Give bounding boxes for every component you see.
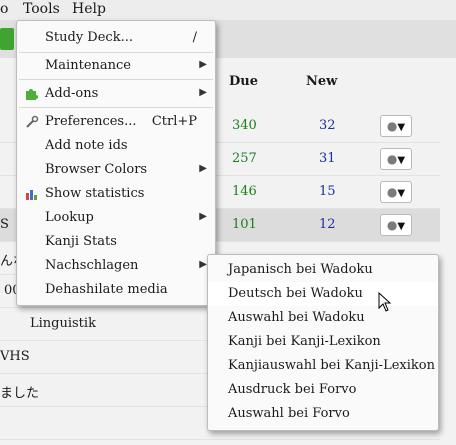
menu-item-label: Lookup [45,210,94,225]
deck-name: VHS [0,349,30,364]
menu-partial[interactable]: o [0,1,8,17]
menu-separator [19,107,213,108]
menu-bar: o Tools Help [0,0,456,20]
submenu-item-kanji-lexikon[interactable]: Kanji bei Kanji-Lexikon [208,330,438,354]
menu-item-label: Kanji Stats [45,234,117,249]
menu-item-label: Ausdruck bei Forvo [228,382,357,397]
menu-separator [19,52,213,53]
menu-separator [19,79,213,80]
tools-menu: Study Deck... / Maintenance ▶ Add-ons ▶ … [16,20,216,306]
chevron-right-icon: ▶ [199,163,207,174]
due-count: 340 [232,118,257,133]
menu-item-show-statistics[interactable]: Show statistics [17,182,215,206]
wrench-icon [25,115,39,129]
deck-name: S [0,217,9,232]
deck-options-button[interactable]: ●▼ [380,214,412,236]
due-count: 257 [232,151,257,166]
new-count: 12 [319,217,336,232]
menu-item-label: Add note ids [45,138,128,153]
deck-options-button[interactable]: ●▼ [380,181,412,203]
submenu-item-kanjiauswahl-lexikon[interactable]: Kanjiauswahl bei Kanji-Lexikon [208,354,438,378]
menu-item-label: Auswahl bei Wadoku [228,310,365,325]
due-count: 146 [232,184,257,199]
deck-options-button[interactable]: ●▼ [380,148,412,170]
menu-item-shortcut: Ctrl+P [151,114,197,129]
menu-item-nachschlagen[interactable]: Nachschlagen ▶ [17,254,215,278]
menu-item-kanji-stats[interactable]: Kanji Stats [17,230,215,254]
menu-item-preferences[interactable]: Preferences... Ctrl+P [17,110,215,134]
deck-options-button[interactable]: ●▼ [380,115,412,137]
menu-item-label: Maintenance [45,58,131,73]
submenu-item-auswahl-forvo[interactable]: Auswahl bei Forvo [208,402,438,426]
menu-item-label: Preferences... [45,114,137,129]
menu-item-label: Browser Colors [45,162,148,177]
new-count: 15 [319,184,336,199]
due-count: 101 [232,217,257,232]
chevron-right-icon: ▶ [199,259,207,270]
new-count: 31 [319,151,336,166]
submenu-item-ausdruck-forvo[interactable]: Ausdruck bei Forvo [208,378,438,402]
menu-item-label: Study Deck... [45,30,133,45]
submenu-item-auswahl-wadoku[interactable]: Auswahl bei Wadoku [208,306,438,330]
menu-item-shortcut: / [192,30,197,45]
menu-item-maintenance[interactable]: Maintenance ▶ [17,54,215,78]
menu-item-label: Japanisch bei Wadoku [228,262,373,277]
menu-item-study-deck[interactable]: Study Deck... / [17,26,215,50]
puzzle-icon [25,87,39,101]
menu-item-label: Deutsch bei Wadoku [228,286,363,301]
menu-item-label: Auswahl bei Forvo [228,406,350,421]
col-head-due: Due [229,74,258,89]
menu-item-dehashilate-media[interactable]: Dehashilate media [17,278,215,302]
menu-help[interactable]: Help [72,1,106,17]
submenu-item-japanisch-wadoku[interactable]: Japanisch bei Wadoku [208,258,438,282]
menu-item-add-ons[interactable]: Add-ons ▶ [17,82,215,106]
mouse-cursor-icon [378,291,392,312]
chevron-right-icon: ▶ [199,211,207,222]
menu-item-label: Add-ons [45,86,99,101]
menu-item-browser-colors[interactable]: Browser Colors ▶ [17,158,215,182]
new-count: 32 [319,118,336,133]
menu-item-label: Dehashilate media [45,282,168,297]
col-head-new: New [306,74,338,89]
chevron-right-icon: ▶ [199,87,207,98]
menu-item-label: Kanji bei Kanji-Lexikon [228,334,381,349]
bar-chart-icon [25,187,39,201]
nachschlagen-submenu: Japanisch bei Wadoku Deutsch bei Wadoku … [207,254,439,431]
deck-name: ました [0,386,40,401]
menu-tools[interactable]: Tools [23,1,60,17]
menu-item-add-note-ids[interactable]: Add note ids [17,134,215,158]
chevron-right-icon: ▶ [199,59,207,70]
deck-name: Linguistik [30,316,96,331]
menu-item-label: Show statistics [45,186,145,201]
menu-item-label: Kanjiauswahl bei Kanji-Lexikon [228,358,435,373]
sync-icon[interactable] [0,28,14,50]
submenu-item-deutsch-wadoku[interactable]: Deutsch bei Wadoku [208,282,438,306]
menu-item-lookup[interactable]: Lookup ▶ [17,206,215,230]
menu-item-label: Nachschlagen [45,258,139,273]
